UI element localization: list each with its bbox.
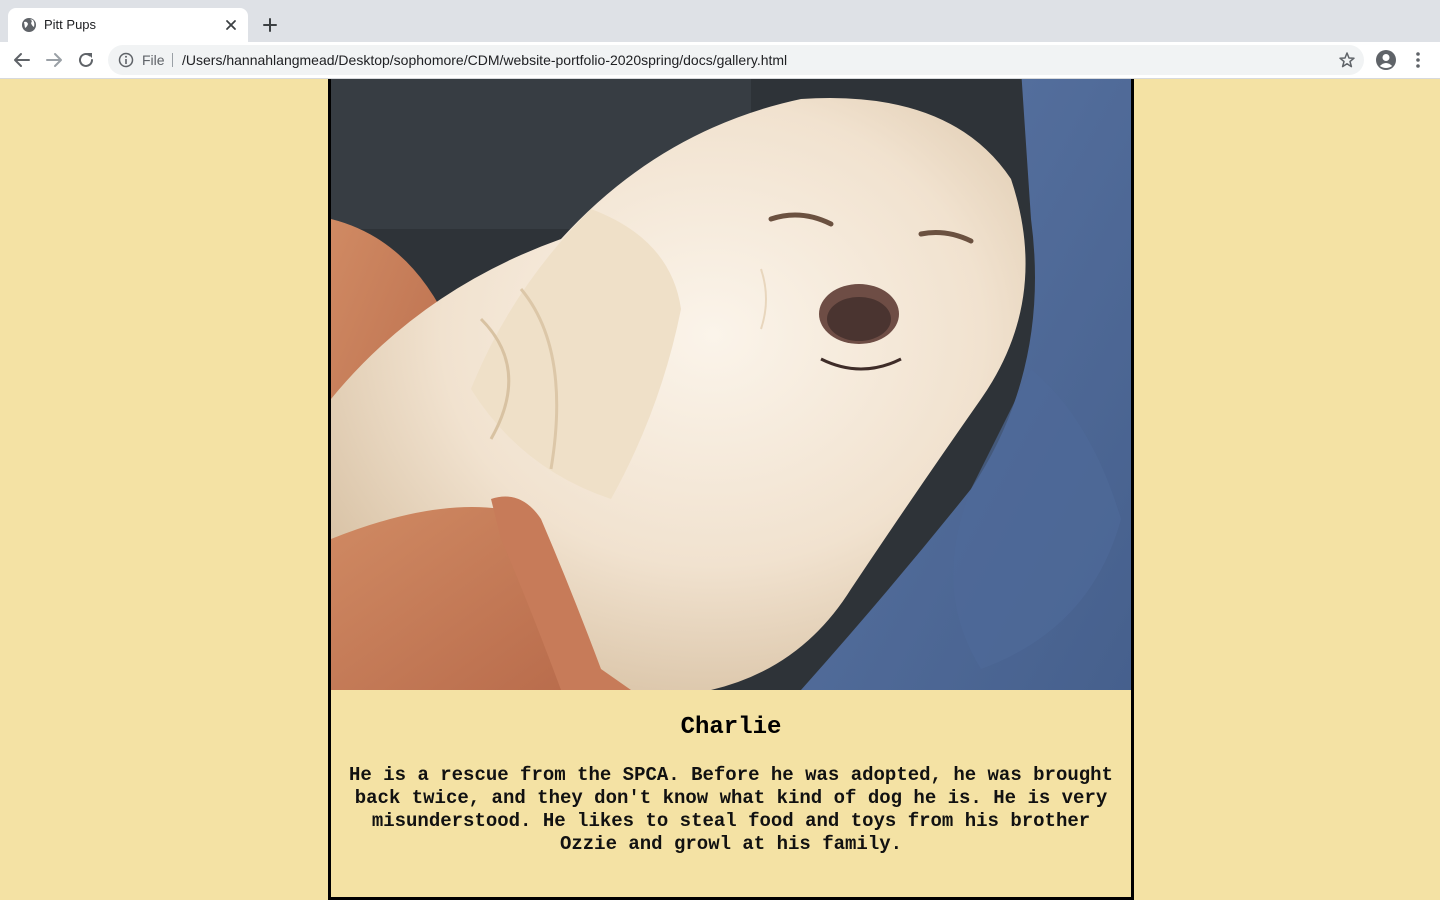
profile-icon[interactable] [1375, 49, 1397, 71]
scheme-label: File [142, 52, 165, 68]
dog-card: Charlie He is a rescue from the SPCA. Be… [328, 79, 1134, 900]
url-text[interactable]: /Users/hannahlangmead/Desktop/sophomore/… [182, 52, 787, 68]
dog-photo-illustration [331, 79, 1131, 690]
close-icon[interactable] [224, 18, 238, 32]
dog-description: He is a rescue from the SPCA. Before he … [349, 764, 1113, 855]
info-icon[interactable] [118, 52, 134, 68]
page-viewport: Charlie He is a rescue from the SPCA. Be… [0, 79, 1440, 900]
kebab-menu-icon[interactable] [1409, 50, 1427, 70]
browser-tab[interactable]: Pitt Pups [8, 8, 248, 42]
star-icon[interactable] [1338, 51, 1356, 69]
tab-title: Pitt Pups [44, 17, 97, 32]
address-bar[interactable]: File /Users/hannahlangmead/Desktop/sopho… [108, 45, 1364, 75]
scheme-separator [172, 53, 173, 67]
browser-toolbar: File /Users/hannahlangmead/Desktop/sopho… [0, 42, 1440, 79]
back-arrow-icon[interactable] [12, 50, 32, 70]
plus-icon[interactable] [261, 16, 279, 34]
dog-name-heading: Charlie [680, 714, 782, 741]
globe-icon [22, 18, 36, 32]
dog-photo [331, 79, 1131, 690]
tab-strip: Pitt Pups [0, 0, 1440, 42]
forward-arrow-icon[interactable] [44, 50, 64, 70]
reload-icon[interactable] [76, 50, 96, 70]
